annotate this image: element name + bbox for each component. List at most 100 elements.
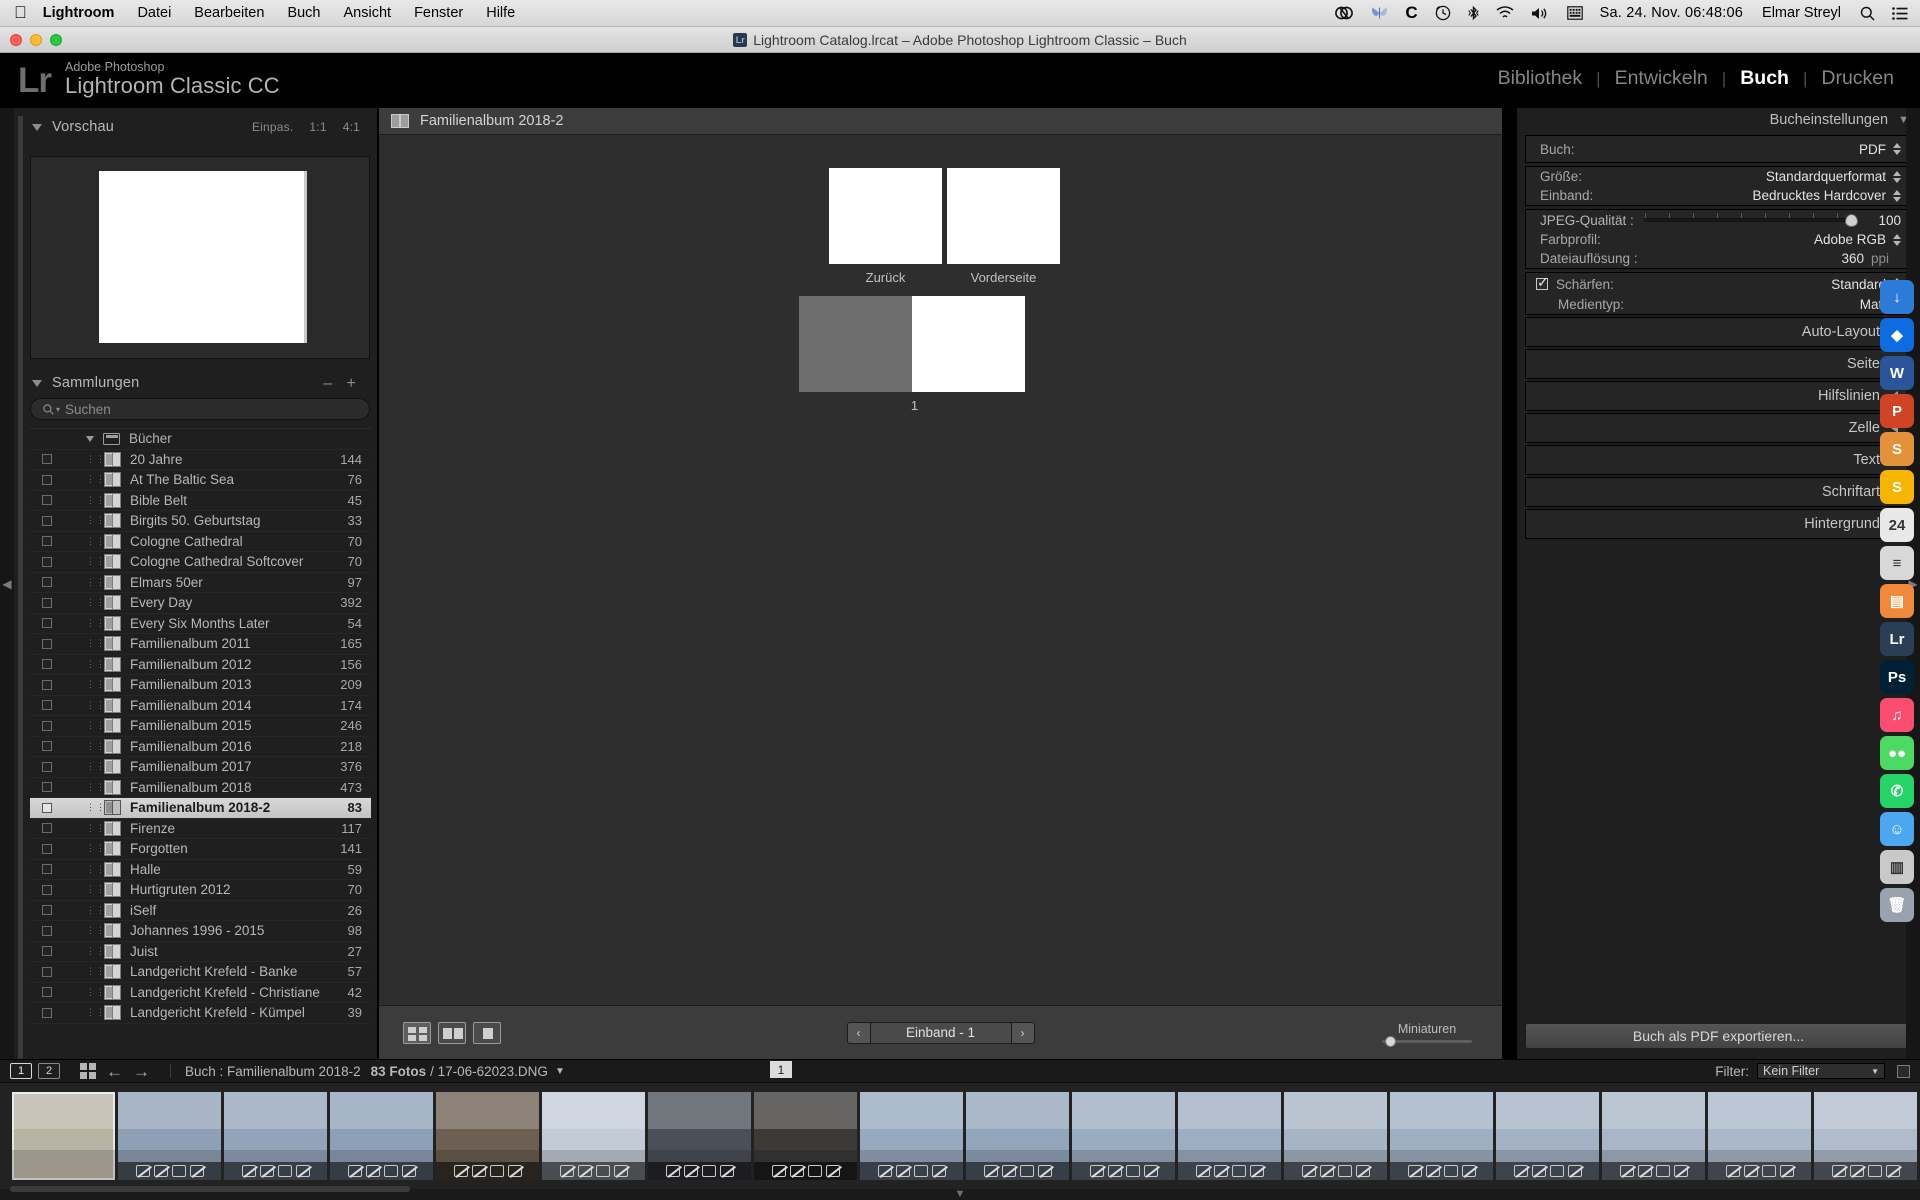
- thumbnail-size-slider[interactable]: Miniaturen: [1382, 1022, 1472, 1043]
- crop-badge-icon[interactable]: [260, 1165, 274, 1177]
- creative-cloud-icon[interactable]: [1334, 5, 1354, 21]
- metadata-badge-icon[interactable]: [1038, 1165, 1052, 1177]
- collection-checkbox[interactable]: [42, 987, 52, 997]
- develop-badge-icon[interactable]: [1550, 1165, 1564, 1177]
- minimize-window-button[interactable]: [30, 34, 42, 46]
- collection-checkbox[interactable]: [42, 475, 52, 485]
- collection-checkbox[interactable]: [42, 700, 52, 710]
- book-cover-row[interactable]: Einband: Bedrucktes Hardcover: [1526, 186, 1911, 205]
- thumbnail-slider-track[interactable]: [1382, 1040, 1472, 1043]
- filmstrip-thumbnail[interactable]: [754, 1092, 857, 1180]
- no-badge-icon[interactable]: [772, 1165, 786, 1177]
- jpeg-quality-slider-track[interactable]: [1644, 218, 1853, 222]
- collection-checkbox[interactable]: [42, 639, 52, 649]
- crop-badge-icon[interactable]: [1532, 1165, 1546, 1177]
- module-bibliothek[interactable]: Bibliothek: [1494, 67, 1587, 90]
- no-badge-icon[interactable]: [348, 1165, 362, 1177]
- collection-checkbox[interactable]: [42, 577, 52, 587]
- crop-badge-icon[interactable]: [154, 1165, 168, 1177]
- no-badge-icon[interactable]: [1408, 1165, 1422, 1177]
- no-badge-icon[interactable]: [242, 1165, 256, 1177]
- crop-badge-icon[interactable]: [1108, 1165, 1122, 1177]
- filmstrip-thumbnail[interactable]: [1072, 1092, 1175, 1180]
- collections-panel-header[interactable]: Sammlungen – +: [0, 372, 378, 394]
- develop-badge-icon[interactable]: [1656, 1165, 1670, 1177]
- collection-drag-handle-icon[interactable]: ⋮⋮: [86, 782, 98, 793]
- collections-search-box[interactable]: ▾: [30, 398, 370, 420]
- search-icon[interactable]: ▾: [43, 404, 60, 415]
- menubar-user[interactable]: Elmar Streyl: [1762, 5, 1841, 21]
- menu-item-datei[interactable]: Datei: [137, 5, 171, 21]
- filmstrip-thumbnail[interactable]: [1390, 1092, 1493, 1180]
- no-badge-icon[interactable]: [666, 1165, 680, 1177]
- notification-center-icon[interactable]: [1892, 7, 1908, 20]
- no-badge-icon[interactable]: [1514, 1165, 1528, 1177]
- cover-front-page[interactable]: [947, 168, 1060, 264]
- develop-badge-icon[interactable]: [702, 1165, 716, 1177]
- collection-drag-handle-icon[interactable]: ⋮⋮: [86, 597, 98, 608]
- collection-drag-handle-icon[interactable]: ⋮⋮: [86, 454, 98, 465]
- filmstrip-thumbnail[interactable]: [1814, 1092, 1917, 1180]
- develop-badge-icon[interactable]: [1338, 1165, 1352, 1177]
- spread-1-right-page[interactable]: [912, 296, 1025, 392]
- no-badge-icon[interactable]: [1196, 1165, 1210, 1177]
- c-letter-icon[interactable]: C: [1405, 3, 1417, 23]
- multi-page-view-button[interactable]: [403, 1022, 431, 1044]
- panel-section-auto-layout[interactable]: Auto-Layout: [1525, 317, 1912, 347]
- dock-item-sketch[interactable]: S: [1880, 470, 1914, 504]
- filmstrip-thumbnail[interactable]: [860, 1092, 963, 1180]
- filter-select[interactable]: Kein Filter ▼: [1757, 1063, 1885, 1079]
- jpeg-quality-slider-knob[interactable]: [1845, 214, 1858, 227]
- menu-item-hilfe[interactable]: Hilfe: [486, 5, 515, 21]
- collection-drag-handle-icon[interactable]: ⋮⋮: [86, 946, 98, 957]
- dock-item-dropbox[interactable]: ◆: [1880, 318, 1914, 352]
- collection-drag-handle-icon[interactable]: ⋮⋮: [86, 536, 98, 547]
- collection-row[interactable]: ⋮⋮Every Day392: [30, 593, 371, 614]
- filmstrip-thumbnail[interactable]: [542, 1092, 645, 1180]
- filmstrip-thumbnail[interactable]: [1178, 1092, 1281, 1180]
- metadata-badge-icon[interactable]: [1356, 1165, 1370, 1177]
- book-size-row[interactable]: Größe: Standardquerformat: [1526, 167, 1911, 186]
- bottom-panel-collapse-arrow[interactable]: ▼: [955, 1188, 966, 1200]
- book-canvas[interactable]: Zurück Vorderseite 1: [379, 136, 1502, 1005]
- crop-badge-icon[interactable]: [1320, 1165, 1334, 1177]
- preview-panel-header[interactable]: Vorschau Einpas. 1:1 4:1: [24, 116, 374, 138]
- filmstrip-thumbnail[interactable]: [1602, 1092, 1705, 1180]
- panel-section-seite[interactable]: Seite: [1525, 349, 1912, 379]
- module-buch[interactable]: Buch: [1736, 67, 1793, 90]
- collection-checkbox[interactable]: [42, 782, 52, 792]
- back-arrow-icon[interactable]: ←: [106, 1063, 123, 1080]
- crop-badge-icon[interactable]: [1744, 1165, 1758, 1177]
- crop-badge-icon[interactable]: [472, 1165, 486, 1177]
- filmstrip-source-path[interactable]: Buch : Familienalbum 2018-2: [185, 1064, 361, 1079]
- module-entwickeln[interactable]: Entwickeln: [1611, 67, 1712, 90]
- filmstrip-thumbnail[interactable]: [330, 1092, 433, 1180]
- develop-badge-icon[interactable]: [808, 1165, 822, 1177]
- menu-item-bearbeiten[interactable]: Bearbeiten: [194, 5, 264, 21]
- dock-item-calendar[interactable]: 24: [1880, 508, 1914, 542]
- page-indicator[interactable]: Einband - 1: [871, 1022, 1011, 1044]
- spread-1-left-page[interactable]: [799, 296, 912, 392]
- metadata-badge-icon[interactable]: [1144, 1165, 1158, 1177]
- dock-item-powerpoint[interactable]: P: [1880, 394, 1914, 428]
- collection-drag-handle-icon[interactable]: ⋮⋮: [86, 618, 98, 629]
- crop-badge-icon[interactable]: [1850, 1165, 1864, 1177]
- collection-row[interactable]: ⋮⋮Familienalbum 2013209: [30, 675, 371, 696]
- menu-item-fenster[interactable]: Fenster: [414, 5, 463, 21]
- add-collection-button[interactable]: +: [346, 377, 356, 390]
- screen-1-button[interactable]: 1: [10, 1063, 32, 1079]
- collection-drag-handle-icon[interactable]: ⋮⋮: [86, 474, 98, 485]
- preview-fit-option[interactable]: Einpas.: [252, 120, 293, 134]
- book-size-stepper-icon[interactable]: [1893, 171, 1901, 183]
- collection-row[interactable]: ⋮⋮Cologne Cathedral70: [30, 532, 371, 553]
- chevron-down-icon[interactable]: ▼: [555, 1066, 565, 1077]
- collection-row[interactable]: ⋮⋮Familienalbum 2017376: [30, 757, 371, 778]
- collection-checkbox[interactable]: [42, 618, 52, 628]
- dock-item-notes[interactable]: ≡: [1880, 546, 1914, 580]
- dock-item-lightroom[interactable]: Lr: [1880, 622, 1914, 656]
- collection-checkbox[interactable]: [42, 905, 52, 915]
- collection-drag-handle-icon[interactable]: ⋮⋮: [86, 679, 98, 690]
- collection-row[interactable]: ⋮⋮Johannes 1996 - 201598: [30, 921, 371, 942]
- disclosure-triangle-icon[interactable]: [86, 436, 94, 442]
- next-page-button[interactable]: ›: [1011, 1022, 1035, 1044]
